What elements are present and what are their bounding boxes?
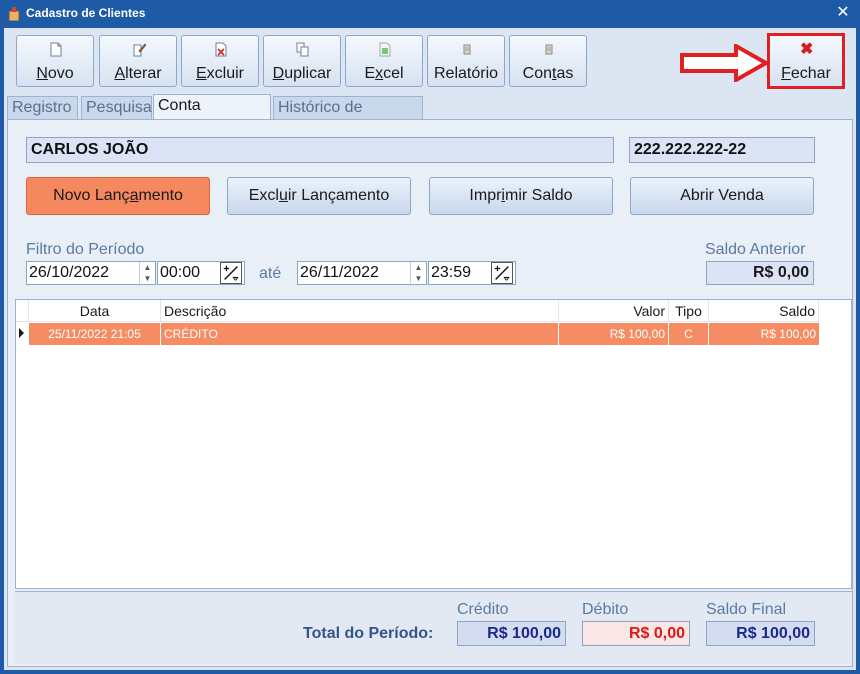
- col-data[interactable]: Data: [29, 300, 161, 322]
- start-date-input[interactable]: 26/10/2022 ▲ ▼: [26, 261, 156, 286]
- table-row[interactable]: 25/11/2022 21:05 CRÉDITO R$ 100,00 C R$ …: [29, 323, 819, 345]
- debito-label: Débito: [582, 601, 629, 618]
- novo-lancamento-button[interactable]: Novo Lançamento: [26, 177, 210, 215]
- alterar-button[interactable]: Alterar: [99, 35, 177, 87]
- relatorio-label: Relatório: [433, 65, 499, 82]
- current-row-indicator-icon: [19, 328, 24, 338]
- tab-conta-corrente[interactable]: Conta Corrente: [153, 94, 271, 136]
- excluir-lancamento-button[interactable]: Excluir Lançamento: [227, 177, 411, 215]
- pointer-arrow-icon: [680, 44, 770, 82]
- fechar-button[interactable]: ✖ Fechar: [767, 33, 845, 89]
- credito-total: R$ 100,00: [457, 621, 566, 646]
- col-descricao[interactable]: Descrição: [161, 300, 559, 322]
- contas-button[interactable]: Contas: [509, 35, 587, 87]
- close-icon: ✖: [800, 41, 814, 58]
- totals-footer: Crédito Débito Saldo Final Total do Perí…: [15, 591, 852, 664]
- new-document-icon: [50, 42, 62, 57]
- title-bar: Cadastro de Clientes ✕: [0, 0, 860, 28]
- start-date-spinner[interactable]: ▲ ▼: [139, 262, 155, 286]
- end-date-spinner[interactable]: ▲ ▼: [410, 262, 426, 286]
- conta-corrente-panel: CARLOS JOÃO 222.222.222-22 Novo Lançamen…: [7, 119, 853, 667]
- cell-valor: R$ 100,00: [559, 323, 669, 345]
- grid-header-indicator: [16, 300, 29, 322]
- abrir-venda-button[interactable]: Abrir Venda: [630, 177, 814, 215]
- duplicate-document-icon: [296, 42, 309, 57]
- excel-icon: [379, 42, 391, 57]
- cell-data: 25/11/2022 21:05: [29, 323, 161, 345]
- col-valor[interactable]: Valor: [559, 300, 669, 322]
- novo-label: Novo: [36, 65, 74, 82]
- filtro-periodo-label: Filtro do Período: [26, 241, 145, 258]
- fechar-label: Fechar: [781, 65, 831, 82]
- window: Cadastro de Clientes ✕ Novo Alterar Excl…: [0, 0, 860, 674]
- window-title: Cadastro de Clientes: [26, 6, 146, 20]
- end-date-value: 26/11/2022: [300, 264, 379, 281]
- report-icon: [463, 44, 471, 55]
- start-time-value: 00:00: [160, 264, 201, 281]
- end-date-input[interactable]: 26/11/2022 ▲ ▼: [297, 261, 427, 286]
- end-time-value: 23:59: [431, 264, 472, 281]
- relatorio-button[interactable]: Relatório: [427, 35, 505, 87]
- start-date-value: 26/10/2022: [29, 264, 110, 281]
- cell-descricao: CRÉDITO: [161, 323, 559, 345]
- end-time-calc-icon[interactable]: [491, 262, 513, 284]
- saldo-final-total: R$ 100,00: [706, 621, 815, 646]
- ate-label: até: [259, 265, 282, 282]
- client-document-field: 222.222.222-22: [629, 137, 815, 163]
- accounts-icon: [545, 44, 553, 55]
- cell-saldo: R$ 100,00: [760, 327, 816, 341]
- lancamentos-grid[interactable]: Data Descrição Valor Tipo Saldo 25/11/20…: [15, 299, 852, 589]
- saldo-final-label: Saldo Final: [706, 601, 787, 618]
- debito-total: R$ 0,00: [582, 621, 690, 646]
- col-saldo[interactable]: Saldo: [709, 300, 819, 322]
- col-tipo[interactable]: Tipo: [669, 300, 709, 322]
- cell-tipo: C: [669, 323, 709, 345]
- tab-pesquisa[interactable]: Pesquisa: [81, 96, 152, 120]
- client-name-field: CARLOS JOÃO: [26, 137, 614, 163]
- credito-label: Crédito: [457, 601, 509, 618]
- excluir-label: Excluir: [195, 65, 244, 82]
- tab-historico-vendas[interactable]: Histórico de Vendas: [273, 96, 423, 138]
- edit-document-icon: [133, 43, 146, 57]
- saldo-anterior-label: Saldo Anterior: [705, 241, 806, 258]
- app-icon: [8, 7, 20, 21]
- duplicar-label: Duplicar: [272, 65, 332, 82]
- contas-label: Contas: [522, 65, 574, 82]
- tab-registro[interactable]: Registro: [7, 96, 78, 120]
- alterar-label: Alterar: [114, 65, 162, 82]
- total-periodo-label: Total do Período:: [303, 625, 434, 642]
- excluir-button[interactable]: Excluir: [181, 35, 259, 87]
- duplicar-button[interactable]: Duplicar: [263, 35, 341, 87]
- window-close-icon[interactable]: ✕: [835, 3, 851, 23]
- imprimir-saldo-button[interactable]: Imprimir Saldo: [429, 177, 613, 215]
- excel-button[interactable]: Excel: [345, 35, 423, 87]
- excel-label: Excel: [364, 65, 404, 82]
- saldo-anterior-value: R$ 0,00: [706, 261, 814, 285]
- delete-document-icon: [215, 42, 227, 57]
- client-area: Novo Alterar Excluir Duplicar Excel Rela…: [4, 28, 856, 670]
- start-time-calc-icon[interactable]: [220, 262, 242, 284]
- novo-button[interactable]: Novo: [16, 35, 94, 87]
